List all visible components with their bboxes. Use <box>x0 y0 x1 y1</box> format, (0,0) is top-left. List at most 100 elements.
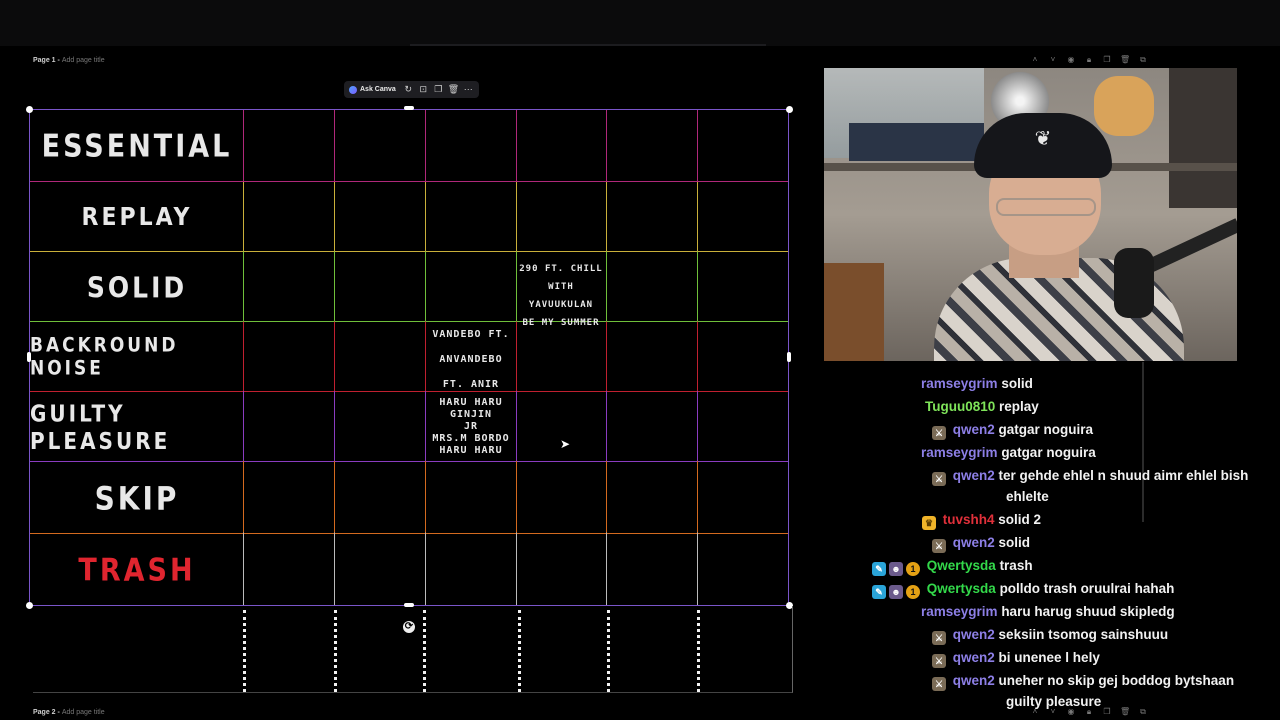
refresh-icon[interactable]: ↻ <box>403 84 414 95</box>
trash-icon[interactable]: 🗑︎ <box>1120 707 1130 717</box>
trash-icon[interactable]: 🗑︎ <box>1120 55 1130 65</box>
page-1-tools: ˄ ˅ ◉ 🔒︎ ❐ 🗑︎ ⧉ <box>1030 55 1148 65</box>
page-2-title-placeholder[interactable]: Add page title <box>62 709 105 716</box>
pen-badge-icon: ✎ <box>872 562 886 576</box>
tier-row-guilty-pleasure: GUILTY PLEASURE <box>30 392 788 462</box>
streamer-glasses <box>996 198 1096 216</box>
mouse-cursor-icon: ➤ <box>560 437 571 451</box>
chat-username[interactable]: qwen2 <box>953 422 995 437</box>
rotate-handle-icon[interactable]: ⟳ <box>403 621 415 633</box>
chat-message: ramseygrim gatgar noguira <box>921 441 1096 464</box>
dotted-column-line <box>697 610 700 692</box>
chat-username[interactable]: ramseygrim <box>921 445 998 460</box>
chat-username[interactable]: qwen2 <box>953 650 995 665</box>
chat-username[interactable]: Qwertysda <box>927 558 996 573</box>
chat-text: solid 2 <box>998 512 1042 527</box>
add-page-icon[interactable]: ⧉ <box>1138 707 1148 717</box>
column-divider <box>606 110 607 605</box>
resize-handle-left[interactable] <box>27 352 31 362</box>
tier-label-solid[interactable]: SOLID <box>30 247 244 328</box>
chat-message: ⚔ qwen2 seksiin tsomog sainshuuu <box>932 623 1168 646</box>
lower-grid-frame <box>33 606 793 693</box>
lock-icon[interactable]: 🔒︎ <box>1084 55 1094 65</box>
chat-username[interactable]: ramseygrim <box>921 376 998 391</box>
chat-username[interactable]: qwen2 <box>953 627 995 642</box>
crown-badge-icon: ♛ <box>922 516 936 530</box>
page-1-label[interactable]: Page 1 - Add page title <box>33 57 105 64</box>
resize-handle-top-left[interactable] <box>26 106 33 113</box>
song-card-noise[interactable]: VANDEBO FT. ANVANDEBO FT. ANIR <box>426 322 516 397</box>
resize-handle-top-right[interactable] <box>786 106 793 113</box>
chat-username[interactable]: ramseygrim <box>921 604 998 619</box>
resize-handle-bottom-left[interactable] <box>26 602 33 609</box>
top-scroll-rail[interactable] <box>410 44 766 46</box>
tier-label-skip[interactable]: SKIP <box>30 457 244 540</box>
tier-label-trash[interactable]: TRASH <box>30 529 244 612</box>
chevron-up-icon[interactable]: ˄ <box>1030 55 1040 65</box>
dotted-column-line <box>423 610 426 692</box>
chat-text: seksiin tsomog sainshuuu <box>998 627 1169 642</box>
tier-label-essential[interactable]: ESSENTIAL <box>30 105 244 188</box>
resize-handle-top[interactable] <box>404 106 414 110</box>
sub-badge-icon: ☻ <box>889 585 903 599</box>
tier-row-skip: SKIP <box>30 462 788 534</box>
chat-message: ramseygrim haru harug shuud skipledg <box>921 600 1175 623</box>
page-2-label[interactable]: Page 2 - Add page title <box>33 709 105 716</box>
chevron-down-icon[interactable]: ˅ <box>1048 55 1058 65</box>
moderator-badge-icon: ⚔ <box>932 654 946 668</box>
duplicate-icon[interactable]: ❐ <box>1102 55 1112 65</box>
tier-row-trash: TRASH <box>30 534 788 606</box>
resize-handle-right[interactable] <box>787 352 791 362</box>
chat-message-continued: ehlelte <box>1006 485 1049 508</box>
chat-text: haru harug shuud skipledg <box>1001 604 1175 619</box>
webcam-feed: ❦ <box>824 68 1237 361</box>
song-card-solid[interactable]: 290 FT. CHILL WITH YAVUUKULAN BE MY SUMM… <box>516 260 606 332</box>
chat-message: ramseygrim solid <box>921 372 1033 395</box>
row-divider <box>30 251 788 252</box>
webcam-background-monitor <box>849 123 984 161</box>
chat-message: ⚔ qwen2 uneher no skip gej boddog bytsha… <box>932 669 1234 692</box>
trash-icon[interactable]: 🗑︎ <box>448 84 459 95</box>
duplicate-icon[interactable]: ❐ <box>1102 707 1112 717</box>
column-divider <box>697 110 698 605</box>
coin-badge-icon: 1 <box>906 585 920 599</box>
element-toolbar: Ask Canva ↻ ⊡ ❐ 🗑︎ ⋯ <box>344 81 479 98</box>
chat-scrollbar[interactable] <box>1142 362 1144 522</box>
chat-text: uneher no skip gej boddog bytshaan <box>998 673 1235 688</box>
row-divider <box>30 321 788 322</box>
webcam-cabinet <box>824 263 884 361</box>
chat-text: gatgar noguira <box>998 422 1094 437</box>
ask-canva-button[interactable]: Ask Canva <box>349 85 399 94</box>
add-page-icon[interactable]: ⧉ <box>1138 55 1148 65</box>
song-card-guilty[interactable]: HARU HARU GINJIN JR MRS.M BORDO HARU HAR… <box>426 397 516 457</box>
sub-badge-icon: ☻ <box>889 562 903 576</box>
chat-text: ter gehde ehlel n shuud aimr ehlel bish <box>998 468 1249 483</box>
chat-username[interactable]: qwen2 <box>953 673 995 688</box>
page-2-number: Page 2 <box>33 709 56 716</box>
lock-icon[interactable]: ⊡ <box>418 84 429 95</box>
moderator-badge-icon: ⚔ <box>932 472 946 486</box>
tier-label-replay[interactable]: REPLAY <box>30 177 244 258</box>
chat-username[interactable]: Tuguu0810 <box>925 399 995 414</box>
moderator-badge-icon: ⚔ <box>932 539 946 553</box>
page-1-number: Page 1 <box>33 57 56 64</box>
chat-message: ✎ ☻ 1 Qwertysda polldo trash oruulrai haha… <box>872 577 1174 600</box>
song-line: HARU HARU <box>439 397 503 408</box>
cap-logo-icon: ❦ <box>1034 128 1052 150</box>
chat-message-continued: guilty pleasure <box>1006 690 1101 713</box>
tier-label-guilty-pleasure[interactable]: GUILTY PLEASURE <box>30 387 244 468</box>
tier-label-background-noise[interactable]: BACKROUND NOISE <box>30 317 244 398</box>
duplicate-icon[interactable]: ❐ <box>433 84 444 95</box>
chat-username[interactable]: tuvshh4 <box>943 512 995 527</box>
more-icon[interactable]: ⋯ <box>463 84 474 95</box>
dotted-column-line <box>243 610 246 692</box>
song-line: 290 FT. CHILL <box>519 264 603 274</box>
column-divider <box>516 110 517 605</box>
chat-username[interactable]: qwen2 <box>953 535 995 550</box>
tier-list-board[interactable]: ESSENTIAL REPLAY SOLID BACKROUND NOISE G… <box>29 109 789 606</box>
page-1-title-placeholder[interactable]: Add page title <box>62 57 105 64</box>
eye-icon[interactable]: ◉ <box>1066 55 1076 65</box>
song-line: GINJIN <box>449 409 493 420</box>
chat-username[interactable]: qwen2 <box>953 468 995 483</box>
chat-username[interactable]: Qwertysda <box>927 581 996 596</box>
